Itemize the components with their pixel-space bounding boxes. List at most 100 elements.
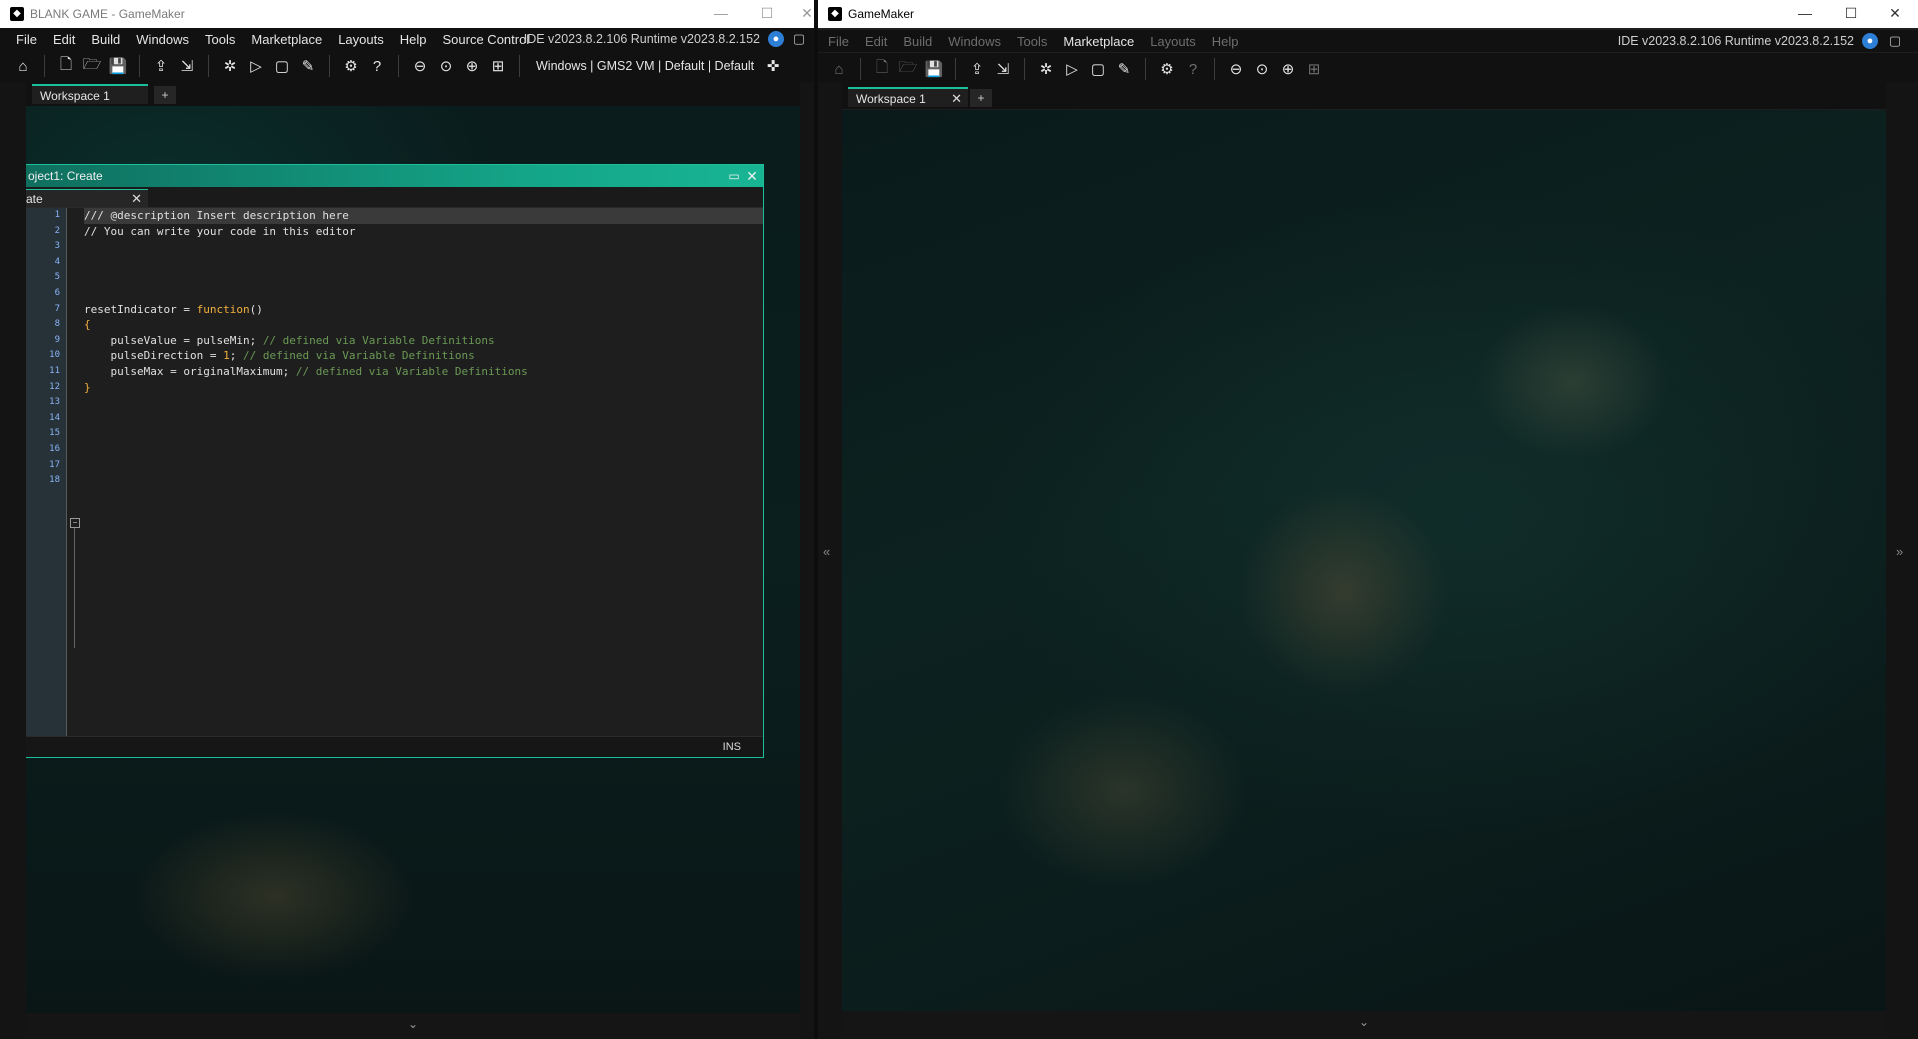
zoom-out-icon[interactable]: ⊖	[1223, 56, 1249, 82]
editor-maximize-icon[interactable]: ▭	[725, 167, 743, 185]
code-line[interactable]	[84, 458, 763, 474]
code-line[interactable]: }	[84, 380, 763, 396]
menu-windows[interactable]: Windows	[940, 34, 1009, 49]
code-editor-window[interactable]: oject1: Create ▭ ✕ ate ✕ 1 2 3 4 5 6 7 8 9 10 11 12…	[26, 164, 764, 758]
expand-right-panel-icon[interactable]: »	[1896, 544, 1903, 559]
menu-edit[interactable]: Edit	[857, 34, 895, 49]
add-workspace-button[interactable]: +	[970, 89, 992, 107]
code-line[interactable]	[84, 442, 763, 458]
code-line[interactable]: pulseDirection = 1; // defined via Varia…	[84, 348, 763, 364]
expand-output-icon[interactable]: ⌄	[1359, 1015, 1369, 1029]
close-tab-icon[interactable]: ✕	[951, 89, 962, 109]
menu-build[interactable]: Build	[895, 34, 940, 49]
notifications-icon[interactable]: ▢	[790, 30, 808, 48]
zoom-in-icon[interactable]: ⊕	[1275, 56, 1301, 82]
expand-left-panel-icon[interactable]: «	[823, 544, 830, 559]
code-line[interactable]	[84, 239, 763, 255]
menu-source-control[interactable]: Source Control	[435, 32, 538, 47]
output-panel-collapsed[interactable]: ⌄	[26, 1013, 800, 1039]
code-line[interactable]	[84, 255, 763, 271]
editor-tab-create[interactable]: ate ✕	[26, 189, 148, 207]
save-icon[interactable]: 💾	[105, 53, 131, 79]
create-executable-icon[interactable]: ⇪	[964, 56, 990, 82]
zoom-out-icon[interactable]: ⊖	[407, 53, 433, 79]
open-project-icon[interactable]: 🗁	[79, 53, 105, 79]
menu-edit[interactable]: Edit	[45, 32, 83, 47]
debug-icon[interactable]: ✲	[1033, 56, 1059, 82]
help-icon[interactable]: ?	[364, 53, 390, 79]
create-executable-icon[interactable]: ⇪	[148, 53, 174, 79]
zoom-in-icon[interactable]: ⊕	[459, 53, 485, 79]
user-account-icon[interactable]: ●	[768, 31, 784, 47]
editor-title-bar[interactable]: oject1: Create	[26, 165, 763, 187]
notifications-icon[interactable]: ▢	[1886, 32, 1904, 50]
menu-file[interactable]: File	[818, 34, 857, 49]
editor-close-icon[interactable]: ✕	[743, 167, 761, 185]
help-icon[interactable]: ?	[1180, 56, 1206, 82]
stop-icon[interactable]: ▢	[269, 53, 295, 79]
menu-file[interactable]: File	[0, 32, 45, 47]
minimize-button[interactable]: —	[698, 0, 744, 28]
gamepad-icon[interactable]: ⊞	[485, 53, 511, 79]
menu-build[interactable]: Build	[83, 32, 128, 47]
close-button[interactable]: ✕	[1872, 0, 1918, 28]
close-tab-icon[interactable]: ✕	[131, 190, 142, 208]
menu-help[interactable]: Help	[1204, 34, 1247, 49]
right-title-bar[interactable]: ◆ GameMaker — ☐ ✕	[818, 0, 1918, 28]
right-dock-edge[interactable]: »	[1886, 82, 1918, 1039]
code-line[interactable]: pulseMax = originalMaximum; // defined v…	[84, 364, 763, 380]
menu-windows[interactable]: Windows	[128, 32, 197, 47]
home-icon[interactable]: ⌂	[10, 53, 36, 79]
code-line[interactable]: resetIndicator = function()	[84, 302, 763, 318]
settings-gear-icon[interactable]: ⚙	[338, 53, 364, 79]
left-dock-edge[interactable]: «	[818, 82, 842, 1039]
menu-tools[interactable]: Tools	[197, 32, 243, 47]
export-icon[interactable]: ⇲	[174, 53, 200, 79]
debug-icon[interactable]: ✲	[217, 53, 243, 79]
new-project-icon[interactable]: 🗋	[53, 53, 79, 79]
new-project-icon[interactable]: 🗋	[869, 56, 895, 82]
home-icon[interactable]: ⌂	[826, 56, 852, 82]
run-icon[interactable]: ▷	[243, 53, 269, 79]
clean-icon[interactable]: ✎	[1111, 56, 1137, 82]
run-icon[interactable]: ▷	[1059, 56, 1085, 82]
left-title-bar[interactable]: ◆ BLANK GAME - GameMaker — ☐ ✕	[0, 0, 818, 28]
code-line[interactable]: pulseValue = pulseMin; // defined via Va…	[84, 333, 763, 349]
menu-marketplace[interactable]: Marketplace	[1055, 34, 1142, 49]
code-line[interactable]	[84, 473, 763, 489]
target-settings-icon[interactable]: ✜	[760, 53, 786, 79]
code-line[interactable]	[84, 286, 763, 302]
workspace-tab[interactable]: Workspace 1	[32, 84, 148, 104]
open-project-icon[interactable]: 🗁	[895, 56, 921, 82]
minimize-button[interactable]: —	[1782, 0, 1828, 28]
code-line[interactable]	[84, 270, 763, 286]
menu-help[interactable]: Help	[392, 32, 435, 47]
close-button[interactable]: ✕	[784, 0, 818, 28]
zoom-reset-icon[interactable]: ⊙	[1249, 56, 1275, 82]
save-icon[interactable]: 💾	[921, 56, 947, 82]
menu-tools[interactable]: Tools	[1009, 34, 1055, 49]
code-line[interactable]: /// @description Insert description here	[84, 208, 763, 224]
expand-output-icon[interactable]: ⌄	[408, 1017, 418, 1031]
settings-gear-icon[interactable]: ⚙	[1154, 56, 1180, 82]
menu-marketplace[interactable]: Marketplace	[243, 32, 330, 47]
zoom-reset-icon[interactable]: ⊙	[433, 53, 459, 79]
code-line[interactable]	[84, 426, 763, 442]
menu-layouts[interactable]: Layouts	[1142, 34, 1204, 49]
code-line[interactable]: // You can write your code in this edito…	[84, 224, 763, 240]
maximize-button[interactable]: ☐	[1828, 0, 1874, 28]
code-text-area[interactable]: /// @description Insert description here…	[84, 208, 763, 737]
add-workspace-button[interactable]: +	[154, 86, 176, 104]
stop-icon[interactable]: ▢	[1085, 56, 1111, 82]
code-line[interactable]: {	[84, 317, 763, 333]
clean-icon[interactable]: ✎	[295, 53, 321, 79]
gamepad-icon[interactable]: ⊞	[1301, 56, 1327, 82]
target-selector[interactable]: Windows | GMS2 VM | Default | Default	[528, 59, 760, 73]
workspace-canvas[interactable]	[842, 110, 1886, 1017]
output-panel-collapsed[interactable]: ⌄	[842, 1011, 1886, 1039]
menu-layouts[interactable]: Layouts	[330, 32, 392, 47]
export-icon[interactable]: ⇲	[990, 56, 1016, 82]
workspace-tab[interactable]: Workspace 1 ✕	[848, 87, 968, 107]
code-line[interactable]	[84, 395, 763, 411]
fold-collapse-icon[interactable]: −	[70, 518, 80, 528]
